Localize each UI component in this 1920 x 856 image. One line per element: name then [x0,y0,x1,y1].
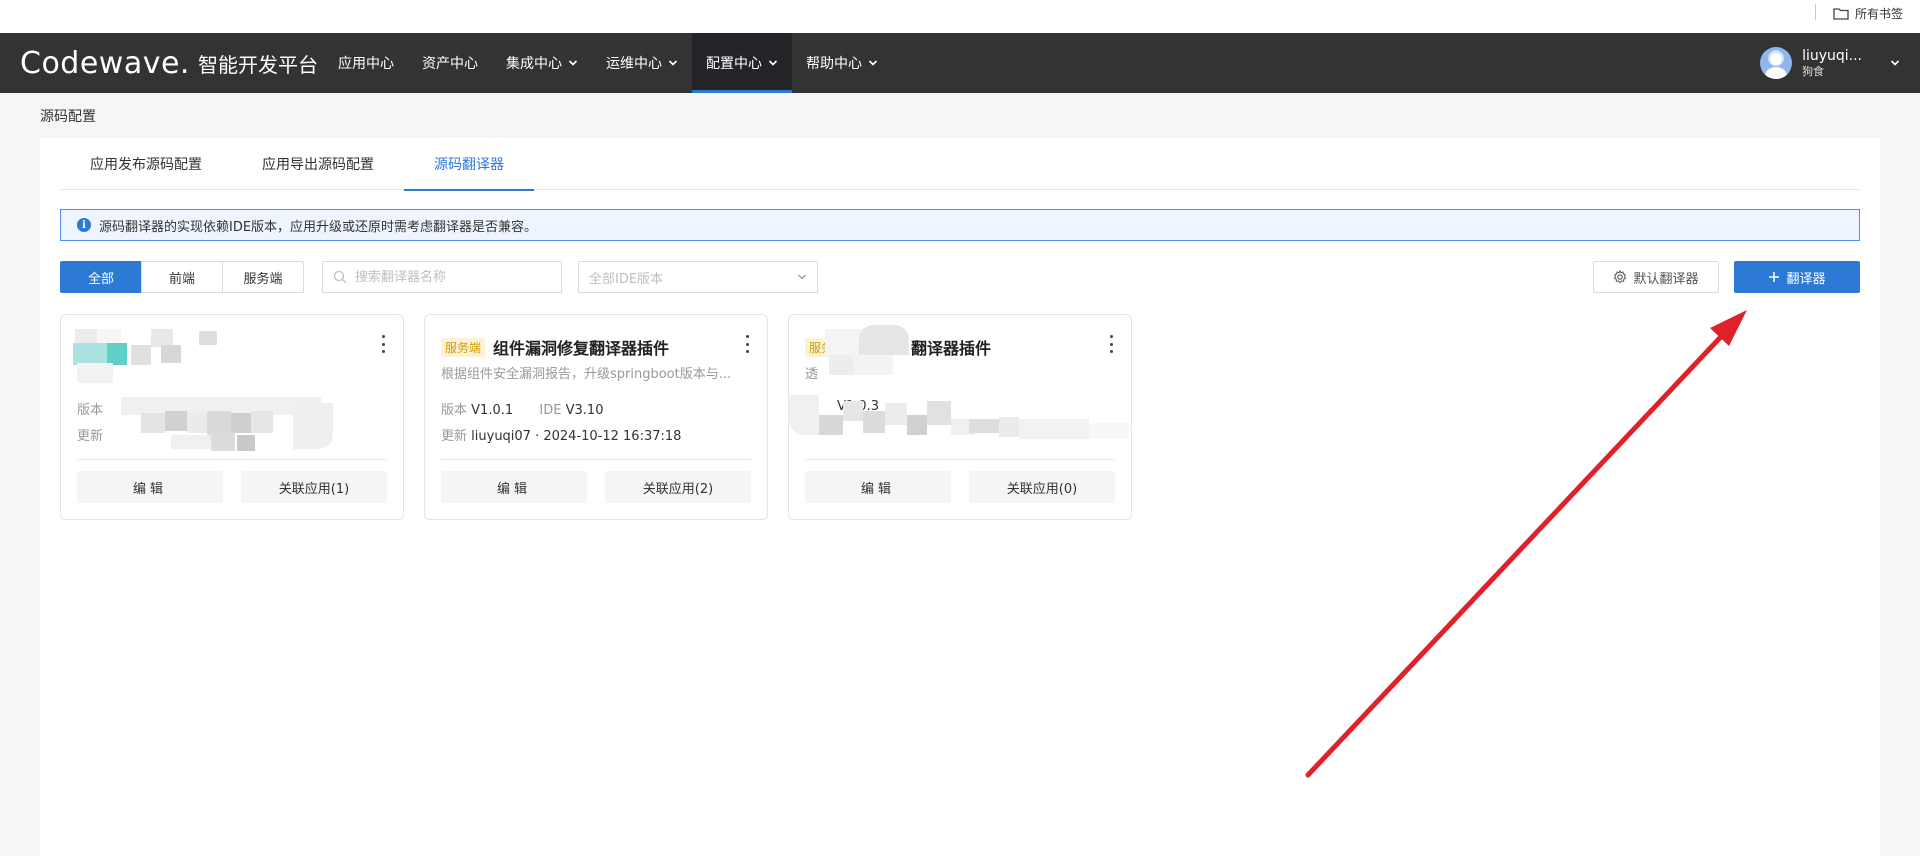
update-value: liuyuqi07 · 2024-10-12 16:37:18 [471,429,682,444]
add-translator-label: 翻译器 [1786,271,1826,287]
card-divider [77,459,387,460]
card-version-row: 版本 V1.0.1 IDE V3.10 [441,399,603,418]
chevron-down-icon [768,60,778,66]
nav-item-ops-center[interactable]: 运维中心 [592,33,692,93]
main-panel: 应用发布源码配置 应用导出源码配置 源码翻译器 i 源码翻译器的实现依赖IDE版… [40,138,1880,856]
logo-wordmark: Codewave. [20,45,190,81]
edit-button[interactable]: 编辑 [805,471,951,503]
page-title: 源码配置 [40,109,96,125]
card-update-label: 更新 [77,429,104,444]
gear-icon [1614,270,1627,284]
user-menu[interactable]: liuyuqi... 狗食 [1760,33,1900,93]
more-options-icon[interactable] [381,335,385,353]
nav-menu: 应用中心 资产中心 集成中心 运维中心 配置中心 帮助中心 [324,33,892,93]
chevron-down-icon [1890,60,1900,66]
default-translator-label: 默认翻译器 [1633,271,1699,287]
card-title: 组件漏洞修复翻译器插件 [493,339,670,358]
search-input[interactable] [353,268,553,286]
tab-source-translator[interactable]: 源码翻译器 [404,138,534,191]
tab-app-publish-source-config[interactable]: 应用发布源码配置 [60,138,232,190]
info-icon: i [77,218,91,232]
edit-button[interactable]: 编辑 [77,471,223,503]
card-divider [805,459,1115,460]
version-label: 版本 [441,403,468,418]
ide-value: V3.10 [565,403,604,418]
top-navigation-bar: Codewave. 智能开发平台 应用中心 资产中心 集成中心 运维中心 配置中… [0,33,1920,93]
type-filter: 全部 前端 服务端 [60,261,304,293]
version-value: V1.0.1 [471,403,514,418]
more-options-icon[interactable] [745,335,749,353]
chevron-down-icon [668,60,678,66]
ide-version-select[interactable]: 全部IDE版本 [578,261,818,293]
all-bookmarks-button[interactable]: 所有书签 [1833,4,1903,22]
update-label: 更新 [441,429,468,444]
avatar [1760,47,1793,79]
edit-button[interactable]: 编辑 [441,471,587,503]
card-divider [441,459,751,460]
ide-label: IDE [539,403,562,418]
translator-card: 服务端 组件漏洞修复翻译器插件 根据组件安全漏洞报告，升级springboot版… [424,314,768,520]
logo[interactable]: Codewave. 智能开发平台 [20,33,318,93]
alert-text: 源码翻译器的实现依赖IDE版本，应用升级或还原时需考虑翻译器是否兼容。 [99,219,538,235]
browser-bookmark-bar: 所有书签 [0,0,1920,33]
plus-icon [1769,272,1780,282]
all-bookmarks-label: 所有书签 [1855,6,1904,21]
chevron-down-icon [868,60,878,66]
chevron-down-icon [568,60,578,66]
nav-item-integration-center[interactable]: 集成中心 [492,33,592,93]
user-name: liuyuqi... [1802,47,1862,64]
logo-subtitle: 智能开发平台 [197,52,318,77]
redacted-mosaic [61,315,361,455]
user-info: liuyuqi... 狗食 [1802,47,1862,79]
nav-item-label: 资产中心 [422,56,478,72]
linked-apps-button[interactable]: 关联应用(0) [969,471,1115,503]
nav-item-label: 集成中心 [506,56,562,72]
card-description: 根据组件安全漏洞报告，升级springboot版本与... [441,367,732,382]
card-update-row: 更新 liuyuqi07 · 2024-10-12 16:37:18 [441,425,681,444]
nav-item-app-center[interactable]: 应用中心 [324,33,408,93]
search-box [322,261,562,293]
bookmark-separator [1815,4,1816,20]
chevron-down-icon [798,274,806,280]
ide-version-select-value: 全部IDE版本 [589,271,664,287]
linked-apps-button[interactable]: 关联应用(1) [241,471,387,503]
card-version-label: 版本 [77,403,104,418]
tab-app-export-source-config[interactable]: 应用导出源码配置 [232,138,404,190]
redacted-mosaic [789,315,1133,455]
linked-apps-button[interactable]: 关联应用(2) [605,471,751,503]
filter-backend-button[interactable]: 服务端 [222,261,304,293]
nav-item-help-center[interactable]: 帮助中心 [792,33,892,93]
filter-all-button[interactable]: 全部 [60,261,142,293]
nav-item-label: 应用中心 [338,56,394,72]
add-translator-button[interactable]: 翻译器 [1734,261,1860,293]
search-icon [333,270,346,283]
folder-icon [1833,7,1849,20]
tab-bar: 应用发布源码配置 应用导出源码配置 源码翻译器 [60,138,1860,191]
default-translator-button[interactable]: 默认翻译器 [1593,261,1719,293]
card-header: 服务端 组件漏洞修复翻译器插件 [441,335,727,359]
type-tag: 服务端 [441,337,486,357]
nav-item-asset-center[interactable]: 资产中心 [408,33,492,93]
nav-item-label: 运维中心 [606,56,662,72]
user-tenant: 狗食 [1802,64,1825,78]
translator-card: 版本 更新 编辑 关联应用(1) [60,314,404,520]
translator-card: 服务端 翻译器插件 透 V1.0.3 编辑 关联应用(0) [788,314,1132,520]
nav-item-config-center[interactable]: 配置中心 [692,33,792,93]
filter-frontend-button[interactable]: 前端 [141,261,223,293]
nav-item-label: 帮助中心 [806,56,862,72]
info-alert: i 源码翻译器的实现依赖IDE版本，应用升级或还原时需考虑翻译器是否兼容。 [60,209,1860,241]
nav-item-label: 配置中心 [706,56,762,72]
